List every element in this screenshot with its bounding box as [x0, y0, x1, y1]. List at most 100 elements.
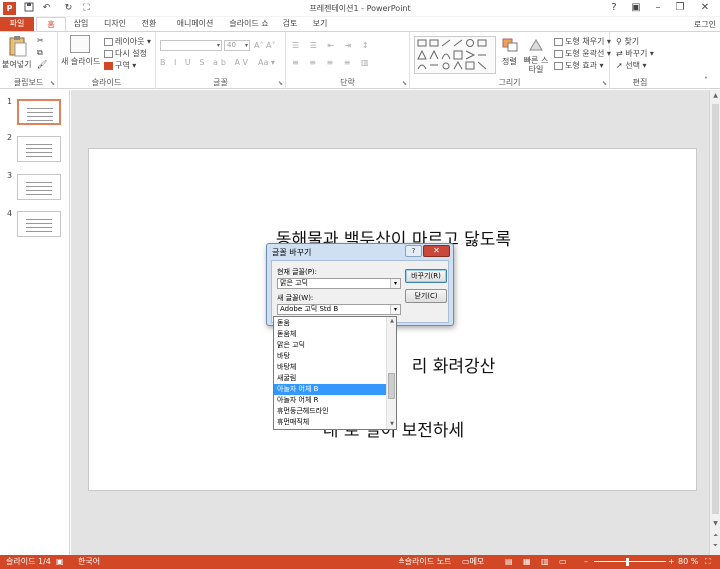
new-font-select[interactable]: Adobe 고딕 Std B ▾ [277, 304, 401, 315]
chevron-down-icon[interactable]: ▾ [390, 279, 400, 288]
slide-thumbnail-3[interactable] [17, 174, 61, 200]
zoom-level[interactable]: 80 % [678, 555, 698, 569]
zoom-slider[interactable] [594, 561, 666, 562]
slide-sorter-icon[interactable]: ▦ [523, 555, 531, 569]
normal-view-icon[interactable]: ▤ [505, 555, 513, 569]
zoom-out-icon[interactable]: – [584, 555, 588, 569]
replace-button[interactable]: ⇄ 바꾸기 ▾ [616, 48, 654, 59]
notes-button[interactable]: ≜ 슬라이드 노트 [398, 555, 451, 569]
reading-view-icon[interactable]: ▥ [541, 555, 549, 569]
dialog-close-text-button[interactable]: 닫기(C) [405, 289, 447, 303]
shape-outline-button[interactable]: 도형 윤곽선 ▾ [554, 48, 611, 59]
signin-link[interactable]: 로그인 [694, 19, 716, 30]
paste-button[interactable]: 붙여넣기 [2, 59, 31, 70]
tab-file[interactable]: 파일 [0, 17, 34, 32]
drawing-group: 정렬 빠른 스타일 도형 채우기 ▾ 도형 윤곽선 ▾ 도형 효과 ▾ 그리기 … [410, 32, 611, 89]
slide-thumbnail-2[interactable] [17, 136, 61, 162]
tab-view[interactable]: 보기 [306, 17, 334, 32]
comments-button[interactable]: ▭ 메모 [462, 555, 484, 569]
find-button[interactable]: ⚲ 찾기 [616, 36, 639, 47]
tab-animations[interactable]: 애니메이션 [166, 17, 224, 32]
list-icons[interactable]: ☰ ☰ ⇤ ⇥ ↕ [292, 41, 373, 50]
dropdown-scrollbar[interactable]: ▲ ▼ [386, 317, 396, 429]
slideshow-view-icon[interactable]: ▭ [559, 555, 567, 569]
ribbon-tabs: 파일 홈 삽입 디자인 전환 애니메이션 슬라이드 쇼 검토 보기 로그인 [0, 17, 720, 32]
align-icons[interactable]: ≡ ≡ ≡ ≡ ▥ [292, 58, 373, 67]
font-option[interactable]: 바탕체 [274, 362, 387, 373]
thumb-number: 4 [7, 209, 13, 218]
section-button[interactable]: 구역 ▾ [104, 60, 136, 71]
font-group-label: 글꼴 [213, 78, 228, 87]
new-slide-icon[interactable] [70, 35, 90, 53]
copy-icon[interactable]: ⧉ [37, 48, 43, 58]
arrange-icon[interactable] [502, 38, 518, 52]
scroll-down-icon[interactable]: ▼ [710, 520, 720, 527]
font-size-combo[interactable]: 40 ▾ [224, 40, 250, 51]
scroll-down-icon[interactable]: ▼ [387, 421, 396, 427]
arrange-button[interactable]: 정렬 [502, 56, 517, 67]
ribbon-display-icon[interactable]: ▣ [625, 0, 647, 17]
help-icon[interactable]: ? [603, 0, 625, 17]
zoom-slider-thumb[interactable] [626, 558, 629, 566]
current-font-select[interactable]: 맑은 고딕 ▾ [277, 278, 401, 289]
font-option[interactable]: 아놀자 어체 R [274, 395, 387, 406]
dialog-help-button[interactable]: ? [405, 245, 422, 257]
font-option[interactable]: 휴먼둥근헤드라인 [274, 406, 387, 417]
tab-review[interactable]: 검토 [276, 17, 304, 32]
paragraph-launcher-icon[interactable]: ⬊ [402, 80, 407, 87]
font-color-icon[interactable]: Aa ▾ [258, 58, 275, 67]
close-button[interactable]: ✕ [694, 0, 716, 17]
dropdown-scroll-thumb[interactable] [388, 373, 395, 399]
layout-button[interactable]: 레이아웃 ▾ [104, 36, 151, 47]
scroll-up-icon[interactable]: ▲ [710, 92, 720, 99]
font-option-selected[interactable]: 아놀자 어체 B [274, 384, 387, 395]
vertical-scrollbar[interactable]: ▲ ▼ ⏶ ⏷ [709, 90, 720, 555]
font-option[interactable]: 돋움 [274, 318, 387, 329]
restore-button[interactable]: ❐ [669, 0, 691, 17]
slide-thumbnail-4[interactable] [17, 211, 61, 237]
tab-insert[interactable]: 삽입 [66, 17, 96, 32]
shape-effects-button[interactable]: 도형 효과 ▾ [554, 60, 604, 71]
quick-styles-button[interactable]: 빠른 스타일 [522, 56, 550, 74]
font-option[interactable]: 휴먼매직체 [274, 417, 387, 428]
font-option[interactable]: 새굴림 [274, 373, 387, 384]
clipboard-launcher-icon[interactable]: ⬊ [50, 80, 55, 87]
language-indicator[interactable]: 한국어 [78, 555, 100, 569]
spellcheck-icon[interactable]: ▣ [56, 555, 64, 569]
zoom-in-icon[interactable]: + [668, 555, 675, 569]
font-option[interactable]: 맑은 고딕 [274, 340, 387, 351]
cut-icon[interactable]: ✂ [37, 36, 44, 45]
tab-design[interactable]: 디자인 [98, 17, 132, 32]
font-format-icons[interactable]: B I U S ab AV [160, 58, 251, 67]
font-name-combo[interactable]: ▾ [160, 40, 222, 51]
quick-styles-icon[interactable] [528, 38, 544, 52]
drawing-launcher-icon[interactable]: ⬊ [602, 80, 607, 87]
chevron-down-icon[interactable]: ▾ [390, 305, 400, 314]
reset-button[interactable]: 다시 설정 [104, 48, 147, 59]
tab-home[interactable]: 홈 [36, 17, 66, 32]
collapse-ribbon-icon[interactable]: ˄ [704, 76, 708, 85]
paste-icon[interactable] [6, 35, 28, 57]
font-option[interactable]: 돋움체 [274, 329, 387, 340]
minimize-button[interactable]: – [647, 0, 669, 17]
format-painter-icon[interactable]: 🖌 [37, 60, 47, 69]
scroll-thumb[interactable] [712, 104, 719, 514]
dialog-close-button[interactable]: ✕ [423, 245, 450, 257]
font-dropdown-list[interactable]: 돋움 돋움체 맑은 고딕 바탕 바탕체 새굴림 아놀자 어체 B 아놀자 어체 … [273, 316, 397, 430]
shapes-gallery[interactable] [414, 36, 496, 74]
shape-fill-button[interactable]: 도형 채우기 ▾ [554, 36, 611, 47]
fit-slide-icon[interactable]: ⛶ [705, 555, 711, 569]
dialog-title: 글꼴 바꾸기 [272, 248, 312, 257]
tab-slideshow[interactable]: 슬라이드 쇼 [224, 17, 274, 32]
font-launcher-icon[interactable]: ⬊ [278, 80, 283, 87]
grow-font-icon[interactable]: A˄ A˅ [254, 41, 276, 50]
tab-transitions[interactable]: 전환 [134, 17, 164, 32]
select-button[interactable]: ➚ 선택 ▾ [616, 60, 647, 71]
prev-slide-icon[interactable]: ⏶ [710, 532, 720, 540]
next-slide-icon[interactable]: ⏷ [710, 542, 720, 550]
new-slide-button[interactable]: 새 슬라이드 [61, 56, 100, 67]
font-option[interactable]: 바탕 [274, 351, 387, 362]
replace-button[interactable]: 바꾸기(R) [405, 269, 447, 283]
slide-thumbnail-1[interactable] [17, 99, 61, 125]
scroll-up-icon[interactable]: ▲ [387, 318, 396, 324]
